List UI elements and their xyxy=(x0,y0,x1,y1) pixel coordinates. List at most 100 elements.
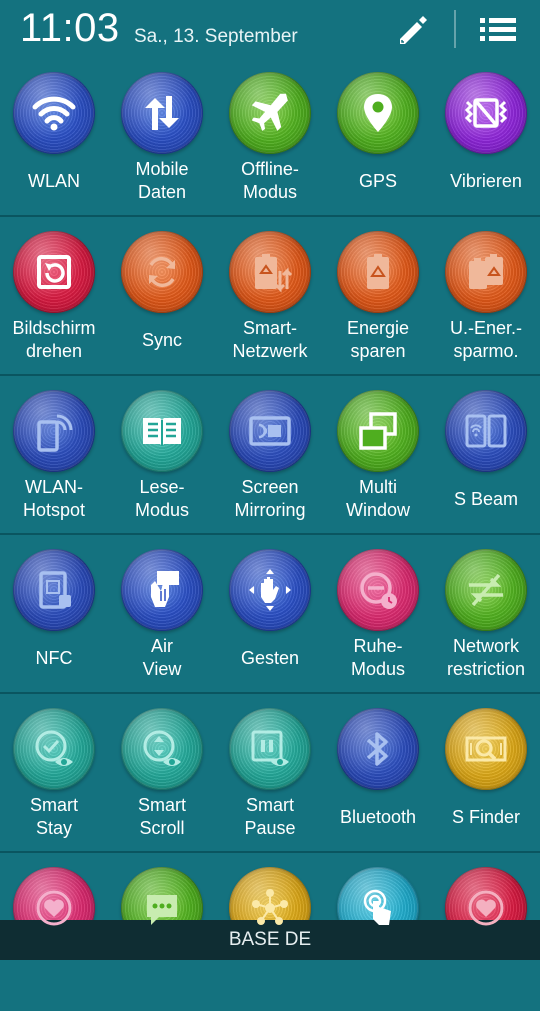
sync-icon xyxy=(149,256,175,288)
tile-smart-stay[interactable]: Smart Stay xyxy=(0,694,108,852)
toggle-circle[interactable] xyxy=(445,708,527,790)
tile-label: Ruhe- Modus xyxy=(350,636,406,679)
tile-sync[interactable]: Sync xyxy=(108,217,216,375)
tile-smart-scroll[interactable]: Smart Scroll xyxy=(108,694,216,852)
tile-label: Vibrieren xyxy=(450,170,522,191)
tile-label: S Beam xyxy=(453,488,519,509)
toggle-circle[interactable] xyxy=(445,72,527,154)
tile-label: Smart Stay xyxy=(29,795,78,838)
gesture-hand-icon xyxy=(249,569,291,611)
header-divider xyxy=(454,10,456,48)
tile-label: Screen Mirroring xyxy=(234,477,306,520)
tile-label: U.-Ener.- sparmo. xyxy=(449,318,523,361)
tile-gestures[interactable]: Gesten xyxy=(216,535,324,693)
tile-label: Smart Scroll xyxy=(137,795,186,838)
tile-label: Smart Pause xyxy=(244,795,296,838)
tile-label: Energie sparen xyxy=(346,318,410,361)
toggle-circle[interactable] xyxy=(337,549,419,631)
toggle-circle[interactable] xyxy=(445,390,527,472)
tile-label: Gesten xyxy=(240,647,300,668)
tile-label: Bluetooth xyxy=(339,806,417,827)
screen-rotation-icon xyxy=(37,255,71,289)
tile-s-beam[interactable]: S Beam xyxy=(432,376,540,534)
toggle-circle[interactable] xyxy=(13,390,95,472)
toggle-circle[interactable] xyxy=(13,708,95,790)
tile-do-not-disturb[interactable]: Ruhe- Modus xyxy=(324,535,432,693)
smart-pause-icon xyxy=(251,730,289,766)
smart-stay-icon xyxy=(35,730,73,766)
tile-label: Air View xyxy=(142,636,182,679)
quick-settings-row: WLAN- Hotspot Lese- Modus Screen Mirrori… xyxy=(0,376,540,534)
toggle-circle[interactable] xyxy=(121,708,203,790)
bluetooth-icon xyxy=(366,732,388,766)
tile-label: Bildschirm drehen xyxy=(12,318,96,361)
toggle-circle[interactable] xyxy=(229,72,311,154)
date-label: Sa., 13. September xyxy=(134,26,298,47)
tile-gps[interactable]: GPS xyxy=(324,58,432,216)
tile-reading-mode[interactable]: Lese- Modus xyxy=(108,376,216,534)
tile-nfc[interactable]: NFC xyxy=(0,535,108,693)
chat-bubble-icon xyxy=(147,895,177,925)
tile-smart-network[interactable]: Smart- Netzwerk xyxy=(216,217,324,375)
quick-settings-row: Smart Stay Smart Scroll Smart Pause Blue… xyxy=(0,694,540,852)
toggle-circle[interactable] xyxy=(229,231,311,313)
tile-screen-mirroring[interactable]: Screen Mirroring xyxy=(216,376,324,534)
toggle-circle[interactable] xyxy=(121,390,203,472)
vibrate-icon xyxy=(464,98,508,128)
toggle-circle[interactable] xyxy=(121,549,203,631)
toggle-circle[interactable] xyxy=(229,549,311,631)
toggle-circle[interactable] xyxy=(229,708,311,790)
tile-network-restriction[interactable]: Network restriction xyxy=(432,535,540,693)
tile-smart-pause[interactable]: Smart Pause xyxy=(216,694,324,852)
toggle-circle[interactable] xyxy=(337,72,419,154)
tile-multi-window[interactable]: Multi Window xyxy=(324,376,432,534)
toggle-circle[interactable] xyxy=(13,72,95,154)
toggle-circle[interactable] xyxy=(337,390,419,472)
pencil-icon xyxy=(400,16,427,44)
screen-mirroring-icon xyxy=(249,416,291,446)
list-icon xyxy=(480,18,516,41)
tile-power-saving[interactable]: Energie sparen xyxy=(324,217,432,375)
tile-wlan[interactable]: WLAN xyxy=(0,58,108,216)
toggle-circle[interactable] xyxy=(13,231,95,313)
tile-label: WLAN xyxy=(27,170,80,191)
toggle-circle[interactable] xyxy=(445,549,527,631)
s-finder-icon xyxy=(465,736,507,762)
tile-label: Offline- Modus xyxy=(241,159,299,202)
tile-label: Mobile Daten xyxy=(135,159,189,202)
tile-ultra-power-saving[interactable]: U.-Ener.- sparmo. xyxy=(432,217,540,375)
heart-icon xyxy=(36,890,72,926)
tile-vibrate[interactable]: Vibrieren xyxy=(432,58,540,216)
tile-label: Network restriction xyxy=(446,636,526,679)
tile-wlan-hotspot[interactable]: WLAN- Hotspot xyxy=(0,376,108,534)
toggle-circle[interactable] xyxy=(121,72,203,154)
mobile-data-icon xyxy=(145,96,179,130)
touch-icon xyxy=(363,889,391,925)
tile-air-view[interactable]: Air View xyxy=(108,535,216,693)
airplane-icon xyxy=(251,93,288,131)
s-beam-icon xyxy=(465,414,507,448)
tile-offline-mode[interactable]: Offline- Modus xyxy=(216,58,324,216)
network-restriction-icon xyxy=(469,573,503,607)
quick-settings-row: Bildschirm drehen Sync Smart- Netzwerk E… xyxy=(0,217,540,375)
toggle-circle[interactable] xyxy=(445,231,527,313)
tile-bluetooth[interactable]: Bluetooth xyxy=(324,694,432,852)
toggle-circle[interactable] xyxy=(229,390,311,472)
tile-s-finder[interactable]: S Finder xyxy=(432,694,540,852)
toggle-circle[interactable] xyxy=(13,549,95,631)
list-view-button[interactable] xyxy=(474,10,522,50)
toggle-circle[interactable] xyxy=(121,231,203,313)
smart-network-battery-icon xyxy=(255,254,293,293)
power-saving-icon xyxy=(367,254,389,289)
ultra-power-saving-icon xyxy=(469,254,503,289)
heart-icon xyxy=(468,890,504,926)
quick-settings-row: WLAN Mobile Daten Offline- Modus GPS Vib… xyxy=(0,58,540,216)
nfc-icon xyxy=(39,571,71,609)
tile-label: NFC xyxy=(35,647,73,668)
tile-label: WLAN- Hotspot xyxy=(22,477,86,520)
toggle-circle[interactable] xyxy=(337,708,419,790)
tile-mobile-data[interactable]: Mobile Daten xyxy=(108,58,216,216)
toggle-circle[interactable] xyxy=(337,231,419,313)
tile-screen-rotation[interactable]: Bildschirm drehen xyxy=(0,217,108,375)
edit-button[interactable] xyxy=(388,10,434,50)
